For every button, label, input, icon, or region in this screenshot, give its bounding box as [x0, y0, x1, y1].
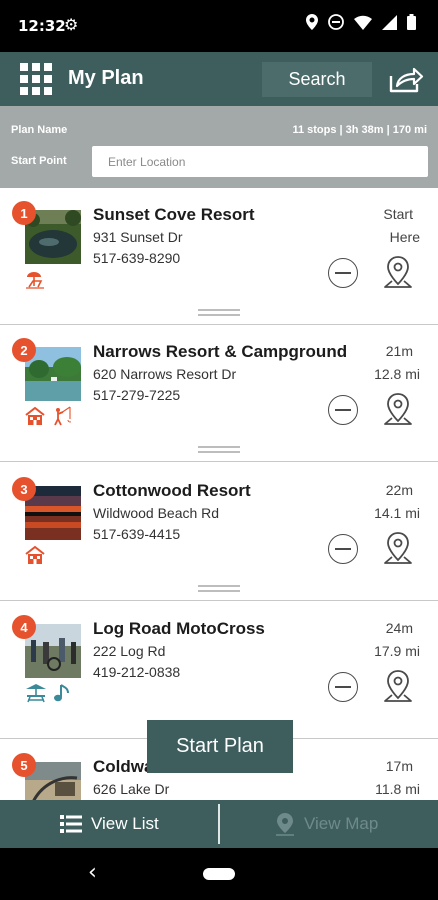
- plan-stats: 11 stops | 3h 38m | 170 mi: [292, 124, 427, 136]
- stop-phone[interactable]: 419-212-0838: [93, 664, 180, 680]
- drag-handle[interactable]: [198, 309, 240, 317]
- tab-view-list[interactable]: View List: [60, 800, 159, 848]
- map-pin-icon: [276, 813, 294, 836]
- cabin-icon: [25, 406, 45, 425]
- stop-distance: 11.8 mi: [375, 781, 420, 797]
- do-not-disturb-icon: [328, 14, 344, 30]
- amenity-icons: [25, 545, 45, 565]
- stop-address: 620 Narrows Resort Dr: [93, 366, 237, 382]
- tab-divider: [218, 804, 220, 844]
- stop-travel-time: 17m: [385, 758, 413, 774]
- map-pin-icon[interactable]: [383, 668, 413, 704]
- home-pill[interactable]: [203, 868, 235, 880]
- stop-distance: 14.1 mi: [374, 505, 420, 521]
- share-icon[interactable]: [388, 65, 424, 95]
- status-bar: 12:32 ⚙: [0, 0, 438, 52]
- stop-travel-time: 21m: [385, 343, 413, 359]
- battery-icon: [407, 14, 416, 30]
- amenity-icons: [25, 269, 45, 289]
- stop-name[interactable]: Narrows Resort & Campground: [93, 342, 347, 362]
- stop-phone[interactable]: 517-639-8290: [93, 250, 180, 266]
- start-plan-button[interactable]: Start Plan: [147, 720, 293, 773]
- drag-handle[interactable]: [198, 446, 240, 454]
- remove-stop-button[interactable]: [328, 258, 358, 288]
- stop-phone[interactable]: 517-279-7225: [93, 387, 180, 403]
- map-pin-icon[interactable]: [383, 254, 413, 290]
- stop-item[interactable]: 3 Cottonwood Resort Wildwood Beach Rd 51…: [0, 464, 438, 601]
- stop-number-badge: 1: [12, 201, 36, 225]
- stop-distance: 12.8 mi: [374, 366, 420, 382]
- tab-view-map-label: View Map: [304, 814, 379, 833]
- stop-travel-time: Start: [383, 206, 413, 222]
- location-icon: [306, 14, 318, 30]
- stop-travel-time: 22m: [385, 482, 413, 498]
- drag-handle[interactable]: [198, 585, 240, 593]
- amenity-icons: [25, 406, 71, 426]
- stop-number-badge: 4: [12, 615, 36, 639]
- start-location-input[interactable]: [92, 146, 428, 177]
- fishing-icon: [54, 406, 71, 426]
- grid-menu-icon[interactable]: [20, 63, 52, 95]
- map-pin-icon[interactable]: [383, 530, 413, 566]
- stop-distance: Here: [389, 229, 420, 245]
- stop-item[interactable]: 1 Sunset Cove Resort 931 Sunset Dr 517-6…: [0, 188, 438, 325]
- stop-list[interactable]: 1 Sunset Cove Resort 931 Sunset Dr 517-6…: [0, 188, 438, 800]
- stop-address: 222 Log Rd: [93, 643, 166, 659]
- plan-info-bar: Plan Name 11 stops | 3h 38m | 170 mi Sta…: [0, 106, 438, 188]
- status-time: 12:32: [18, 17, 66, 35]
- tab-view-list-label: View List: [91, 814, 159, 833]
- stop-name[interactable]: Cottonwood Resort: [93, 481, 251, 501]
- cabin-icon: [25, 545, 45, 564]
- plan-name-label: Plan Name: [11, 124, 68, 136]
- stop-item[interactable]: 2 Narrows Resort & Campground 620 Narrow…: [0, 325, 438, 462]
- signal-icon: [382, 14, 397, 30]
- remove-stop-button[interactable]: [328, 395, 358, 425]
- status-icons: [306, 14, 416, 30]
- stop-address: Wildwood Beach Rd: [93, 505, 220, 521]
- app-header: My Plan Search: [0, 52, 438, 106]
- remove-stop-button[interactable]: [328, 534, 358, 564]
- stop-address: 931 Sunset Dr: [93, 229, 183, 245]
- list-icon: [60, 815, 82, 833]
- stop-item[interactable]: 4 Log Road MotoCross 222 Log Rd 419-212-…: [0, 602, 438, 739]
- page-title: My Plan: [68, 67, 144, 89]
- stop-name[interactable]: Sunset Cove Resort: [93, 205, 255, 225]
- beach-chair-icon: [26, 272, 44, 289]
- bottom-tab-bar: View List View Map: [0, 800, 438, 848]
- remove-stop-button[interactable]: [328, 672, 358, 702]
- stop-number-badge: 5: [12, 753, 36, 777]
- app-screen: 12:32 ⚙ My Plan Search Plan Name 11 stop…: [0, 0, 438, 900]
- wifi-icon: [354, 15, 372, 30]
- start-point-label: Start Point: [11, 155, 67, 167]
- music-icon: [54, 684, 69, 702]
- gear-icon: ⚙: [64, 15, 79, 34]
- system-nav-bar: ‹: [0, 848, 438, 900]
- stop-number-badge: 2: [12, 338, 36, 362]
- stop-address: 626 Lake Dr: [93, 781, 170, 797]
- picnic-table-icon: [26, 684, 46, 703]
- amenity-icons: [25, 683, 71, 703]
- stop-number-badge: 3: [12, 477, 36, 501]
- stop-name[interactable]: Log Road MotoCross: [93, 619, 265, 639]
- tab-view-map[interactable]: View Map: [275, 800, 378, 848]
- search-button[interactable]: Search: [262, 62, 372, 97]
- map-pin-icon[interactable]: [383, 391, 413, 427]
- stop-travel-time: 24m: [385, 620, 413, 636]
- back-icon[interactable]: ‹: [88, 860, 97, 885]
- stop-distance: 17.9 mi: [374, 643, 420, 659]
- stop-phone[interactable]: 517-639-4415: [93, 526, 180, 542]
